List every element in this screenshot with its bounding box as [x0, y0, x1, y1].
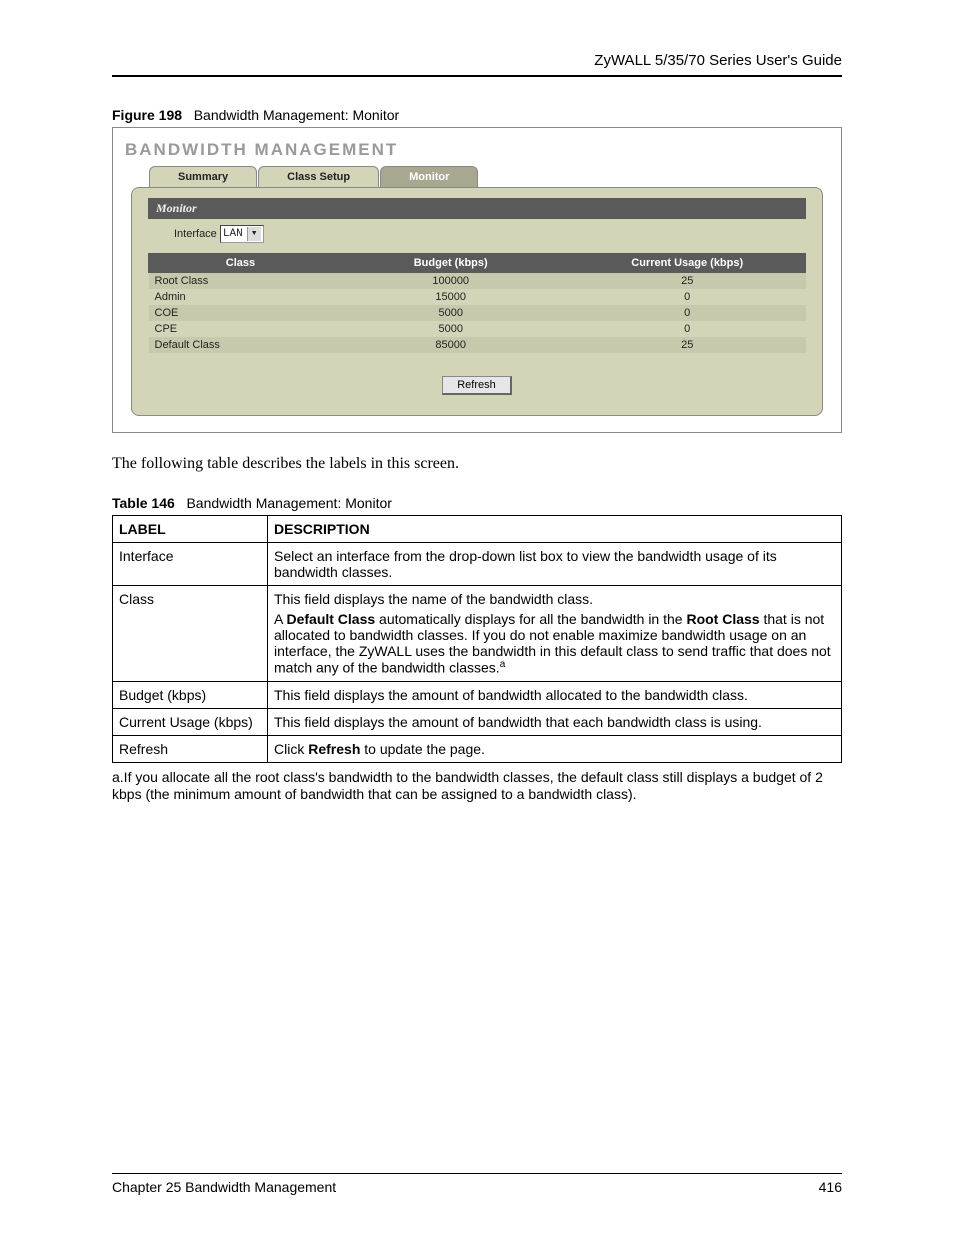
screenshot-panel: BANDWIDTH MANAGEMENT Summary Class Setup… [112, 127, 842, 433]
col-header-usage: Current Usage (kbps) [569, 254, 806, 273]
interface-label: Interface [174, 228, 217, 240]
footnote-ref: a [500, 659, 506, 670]
cell-usage: 0 [569, 321, 806, 337]
cell-class: Default Class [149, 337, 333, 353]
cell-label: Current Usage (kbps) [113, 708, 268, 735]
cell-budget: 5000 [332, 321, 569, 337]
cell-desc: This field displays the amount of bandwi… [268, 708, 842, 735]
table-number: Table 146 [112, 495, 175, 511]
intro-paragraph: The following table describes the labels… [112, 455, 842, 473]
refresh-button[interactable]: Refresh [442, 376, 512, 395]
cell-usage: 0 [569, 289, 806, 305]
table-caption: Table 146 Bandwidth Management: Monitor [112, 495, 842, 511]
figure-caption: Figure 198 Bandwidth Management: Monitor [112, 107, 842, 123]
cell-class: COE [149, 305, 333, 321]
th-description: DESCRIPTION [268, 516, 842, 543]
cell-usage: 25 [569, 337, 806, 353]
cell-class: Admin [149, 289, 333, 305]
th-label: LABEL [113, 516, 268, 543]
footnote: a.If you allocate all the root class's b… [112, 769, 842, 804]
tab-class-setup[interactable]: Class Setup [258, 166, 379, 187]
bandwidth-table: Class Budget (kbps) Current Usage (kbps)… [148, 253, 806, 353]
cell-desc: Click Refresh to update the page. [268, 735, 842, 762]
cell-desc: Select an interface from the drop-down l… [268, 543, 842, 586]
cell-usage: 0 [569, 305, 806, 321]
table-row: Interface Select an interface from the d… [113, 543, 842, 586]
cell-label: Class [113, 586, 268, 682]
interface-select[interactable]: LAN ▾ [220, 225, 264, 243]
table-row: Class This field displays the name of th… [113, 586, 842, 682]
panel-subheader: Monitor [148, 198, 806, 219]
footer-chapter: Chapter 25 Bandwidth Management [112, 1179, 336, 1195]
cell-label: Interface [113, 543, 268, 586]
cell-label: Budget (kbps) [113, 681, 268, 708]
figure-number: Figure 198 [112, 107, 182, 123]
cell-class: CPE [149, 321, 333, 337]
cell-budget: 15000 [332, 289, 569, 305]
table-row: Budget (kbps) This field displays the am… [113, 681, 842, 708]
cell-label: Refresh [113, 735, 268, 762]
col-header-budget: Budget (kbps) [332, 254, 569, 273]
table-row: Admin 15000 0 [149, 289, 806, 305]
table-row: Current Usage (kbps) This field displays… [113, 708, 842, 735]
table-row: Default Class 85000 25 [149, 337, 806, 353]
cell-usage: 25 [569, 273, 806, 290]
interface-row: Interface LAN ▾ [174, 225, 806, 243]
table-row: CPE 5000 0 [149, 321, 806, 337]
col-header-class: Class [149, 254, 333, 273]
page-footer: Chapter 25 Bandwidth Management 416 [112, 1173, 842, 1195]
tab-summary[interactable]: Summary [149, 166, 257, 187]
class-desc-p1: This field displays the name of the band… [274, 591, 835, 607]
cell-desc: This field displays the name of the band… [268, 586, 842, 682]
cell-class: Root Class [149, 273, 333, 290]
chevron-down-icon: ▾ [247, 227, 261, 241]
tab-monitor[interactable]: Monitor [380, 166, 478, 187]
cell-budget: 5000 [332, 305, 569, 321]
figure-title: Bandwidth Management: Monitor [194, 107, 399, 123]
footer-page-number: 416 [819, 1179, 842, 1195]
cell-budget: 85000 [332, 337, 569, 353]
cell-desc: This field displays the amount of bandwi… [268, 681, 842, 708]
table-title: Bandwidth Management: Monitor [186, 495, 391, 511]
screenshot-title: BANDWIDTH MANAGEMENT [125, 140, 831, 160]
tab-bar: Summary Class Setup Monitor [149, 166, 831, 187]
class-desc-p2: A Default Class automatically displays f… [274, 611, 835, 676]
description-table: LABEL DESCRIPTION Interface Select an in… [112, 515, 842, 763]
page-header: ZyWALL 5/35/70 Series User's Guide [112, 52, 842, 77]
cell-budget: 100000 [332, 273, 569, 290]
table-row: Refresh Click Refresh to update the page… [113, 735, 842, 762]
table-row: COE 5000 0 [149, 305, 806, 321]
table-row: Root Class 100000 25 [149, 273, 806, 290]
monitor-panel: Monitor Interface LAN ▾ Class Budget (kbp… [131, 187, 823, 416]
interface-value: LAN [223, 228, 243, 240]
